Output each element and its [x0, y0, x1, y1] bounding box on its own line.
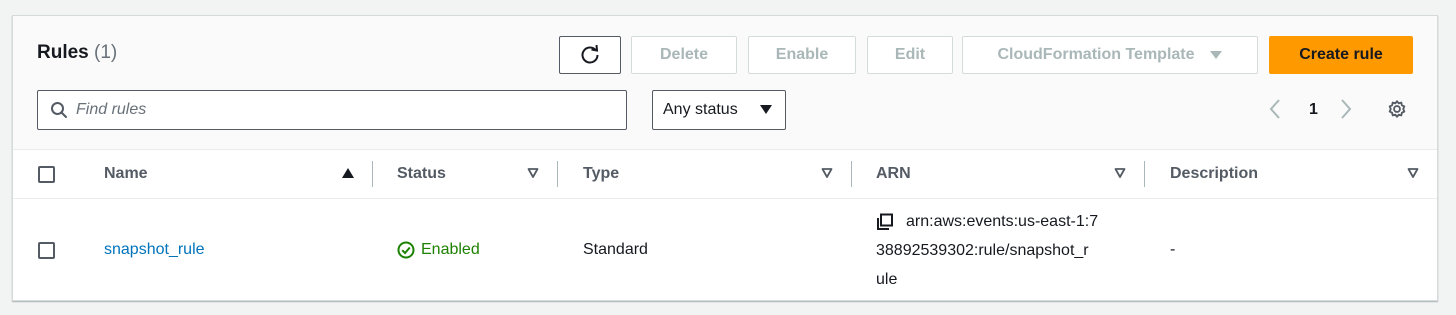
table-header: Name Status Type ARN Description	[13, 150, 1437, 198]
gear-icon[interactable]	[1386, 98, 1408, 120]
status-text: Enabled	[421, 241, 480, 258]
column-label: Type	[583, 165, 620, 182]
column-header-status[interactable]: Status	[397, 150, 557, 198]
status-filter-value: Any status	[663, 101, 738, 118]
column-divider[interactable]	[372, 161, 373, 187]
column-header-type[interactable]: Type	[583, 150, 838, 198]
sort-icon[interactable]	[1407, 167, 1419, 179]
edit-button[interactable]: Edit	[867, 36, 953, 74]
column-divider[interactable]	[557, 161, 558, 187]
column-header-arn[interactable]: ARN	[876, 150, 1132, 198]
sort-ascending-icon[interactable]	[341, 167, 355, 179]
row-checkbox[interactable]	[38, 242, 55, 259]
copy-icon[interactable]	[876, 213, 894, 231]
column-label: Status	[397, 165, 446, 182]
search-field[interactable]	[37, 90, 627, 130]
check-circle-icon	[397, 241, 415, 259]
sort-icon[interactable]	[1114, 167, 1126, 179]
page-title: Rules (1)	[37, 42, 117, 64]
sort-icon[interactable]	[821, 167, 833, 179]
rules-panel: Rules (1) Delete Enable Edit CloudFormat…	[12, 15, 1438, 301]
column-divider[interactable]	[1144, 161, 1145, 187]
rule-arn: arn:aws:events:us-east-1:7 38892539302:r…	[876, 207, 1126, 294]
arn-line: 38892539302:rule/snapshot_r	[876, 242, 1089, 259]
sort-icon[interactable]	[527, 167, 539, 179]
rules-count: (1)	[94, 42, 118, 63]
create-rule-button[interactable]: Create rule	[1269, 36, 1413, 74]
table-row: snapshot_rule Enabled Standard arn:aws:e…	[13, 198, 1437, 302]
arn-line: ule	[876, 271, 898, 288]
search-icon	[51, 102, 67, 118]
rule-type: Standard	[583, 241, 648, 258]
column-header-description[interactable]: Description	[1170, 150, 1426, 198]
caret-down-icon	[760, 105, 772, 114]
refresh-button[interactable]	[559, 36, 621, 74]
column-header-name[interactable]: Name	[104, 150, 360, 198]
page-number[interactable]: 1	[1309, 101, 1318, 119]
delete-button[interactable]: Delete	[631, 36, 737, 74]
status-filter-select[interactable]: Any status	[652, 90, 786, 130]
column-label: Name	[104, 165, 148, 182]
cloudformation-label: CloudFormation Template	[997, 46, 1195, 63]
select-all-checkbox[interactable]	[38, 166, 55, 183]
rule-name-link[interactable]: snapshot_rule	[104, 241, 205, 259]
chevron-left-icon[interactable]	[1268, 98, 1282, 120]
search-input[interactable]	[76, 99, 616, 121]
enable-button[interactable]: Enable	[748, 36, 856, 74]
status-badge: Enabled	[397, 241, 480, 259]
refresh-icon	[581, 44, 599, 64]
column-divider[interactable]	[851, 161, 852, 187]
caret-down-icon	[1209, 51, 1222, 59]
arn-line: arn:aws:events:us-east-1:7	[906, 213, 1099, 230]
chevron-right-icon[interactable]	[1339, 98, 1353, 120]
column-label: Description	[1170, 165, 1259, 182]
cloudformation-template-button[interactable]: CloudFormation Template	[962, 36, 1258, 74]
rule-description: -	[1170, 241, 1176, 258]
title-text: Rules	[37, 42, 89, 63]
column-label: ARN	[876, 165, 911, 182]
